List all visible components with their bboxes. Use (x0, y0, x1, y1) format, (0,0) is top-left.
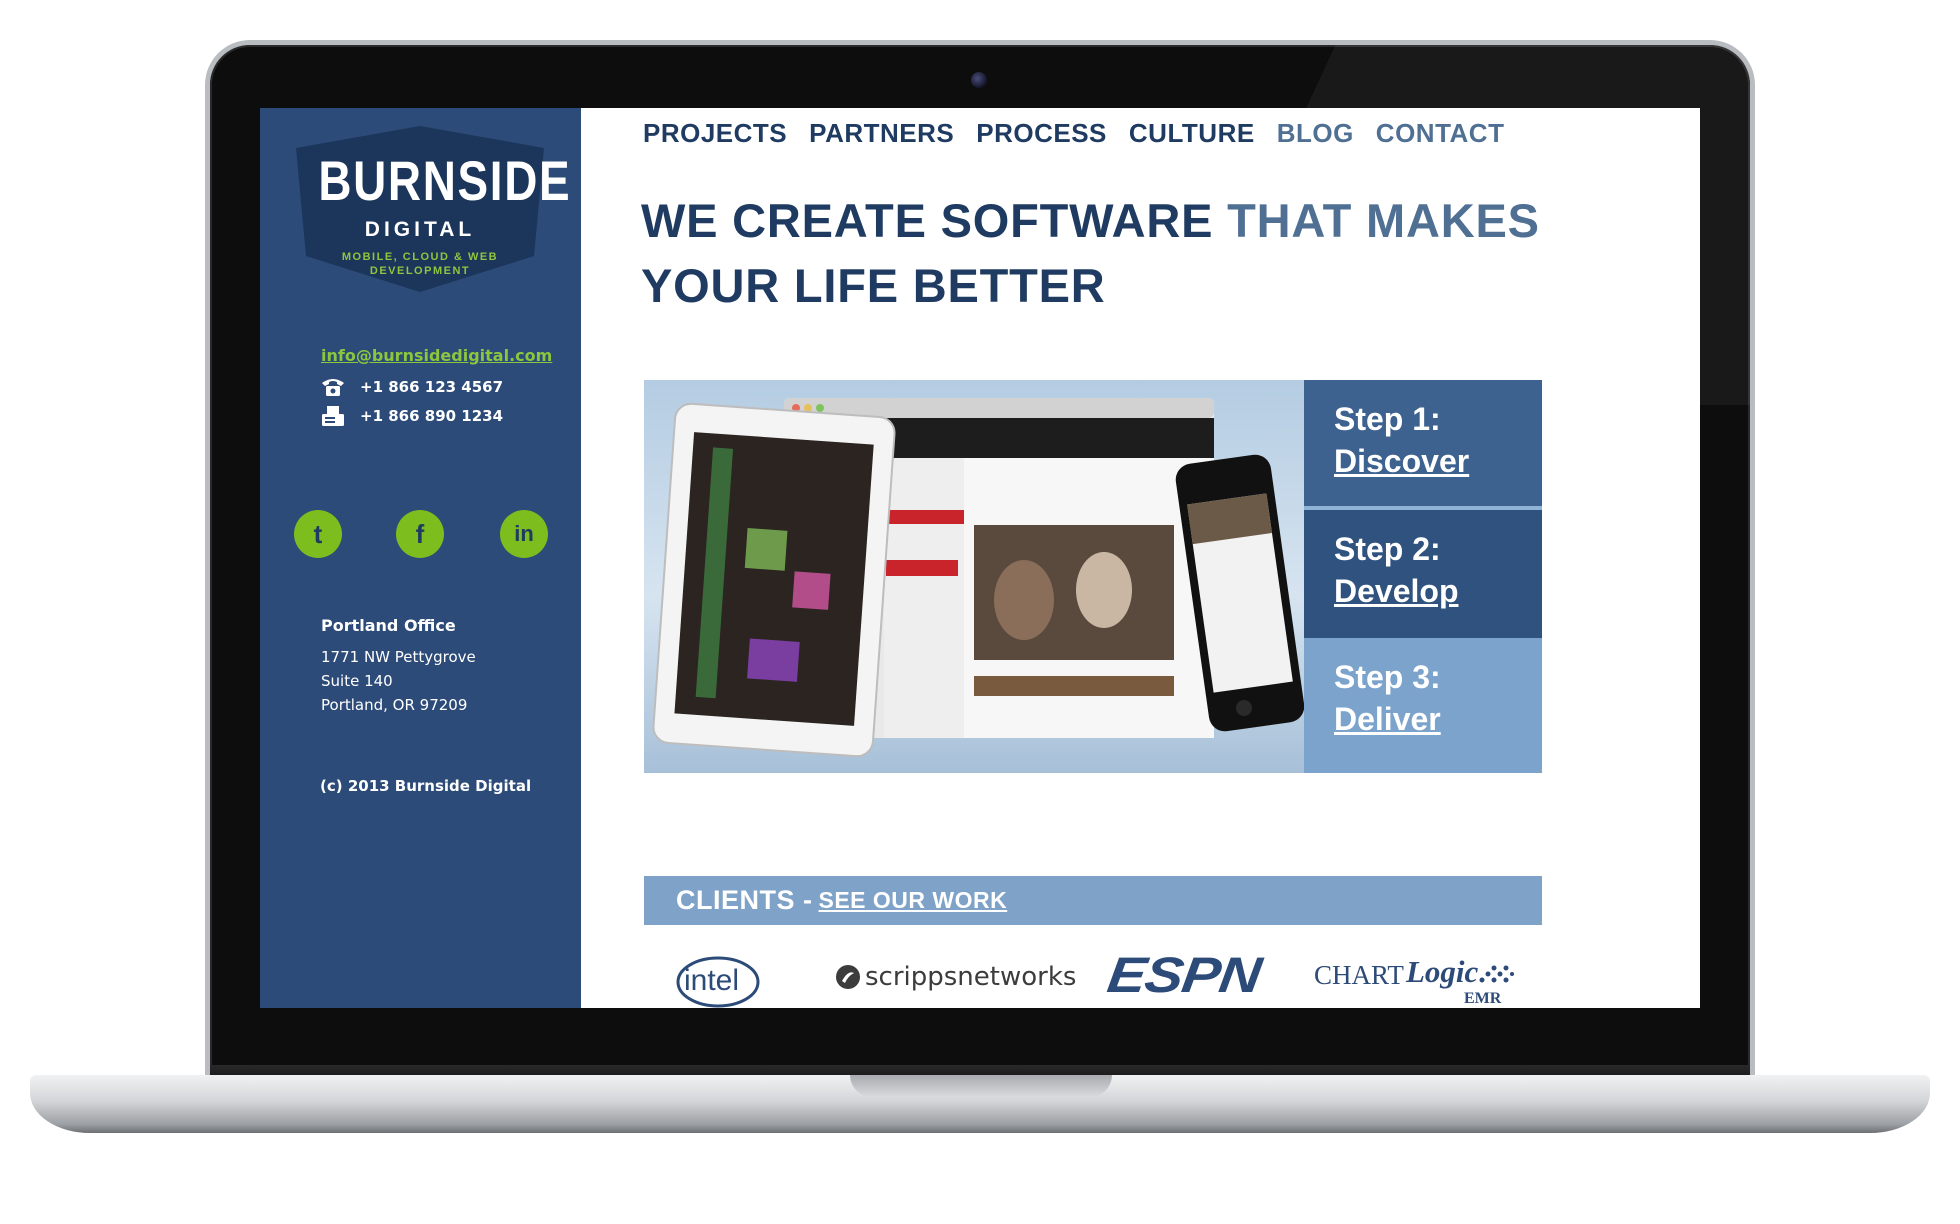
website-screen: BURNSIDE DIGITAL MOBILE, CLOUD & WEB DEV… (260, 108, 1700, 1008)
hero-headline: WE CREATE SOFTWARE THAT MAKES YOUR LIFE … (641, 188, 1601, 318)
laptop-notch (850, 1075, 1112, 1097)
twitter-icon[interactable]: t (294, 510, 342, 558)
logo-tagline-line2: DEVELOPMENT (369, 265, 471, 277)
office-address-line1: 1771 NW Pettygrove (321, 648, 476, 666)
telephone-icon (322, 379, 344, 396)
office-address-line3: Portland, OR 97209 (321, 696, 468, 714)
chartlogic-chart-text: CHART (1314, 960, 1404, 990)
clients-bar: CLIENTS - SEE OUR WORK (644, 876, 1542, 925)
headline-part2: THAT MAKES (1227, 194, 1540, 247)
step-deliver[interactable]: Step 3: Deliver (1304, 638, 1542, 773)
logo-tagline-line1: MOBILE, CLOUD & WEB (341, 251, 499, 263)
headline-part3: YOUR LIFE BETTER (641, 259, 1106, 312)
chartlogic-logo[interactable]: CHART Logic EMR (1314, 954, 1514, 1008)
fax-icon (322, 406, 344, 426)
step-1-label: Step 1: (1334, 401, 1441, 437)
step-2-link[interactable]: Develop (1334, 570, 1542, 612)
step-discover[interactable]: Step 1: Discover (1304, 380, 1542, 508)
logo-title: BURNSIDE (318, 149, 572, 212)
burnside-logo[interactable]: BURNSIDE DIGITAL MOBILE, CLOUD & WEB DEV… (296, 126, 572, 292)
phone-row: +1 866 123 4567 (320, 376, 503, 398)
office-title: Portland Office (321, 616, 456, 635)
chartlogic-logic-text: Logic (1406, 954, 1479, 989)
scripps-wordmark: scrippsnetworks (865, 962, 1077, 992)
facebook-icon[interactable]: f (396, 510, 444, 558)
copyright-text: (c) 2013 Burnside Digital (320, 777, 532, 795)
scripps-swirl-icon (836, 965, 860, 989)
headline-part1: WE CREATE SOFTWARE (641, 194, 1228, 247)
fax-number: +1 866 890 1234 (360, 407, 504, 425)
see-our-work-link[interactable]: SEE OUR WORK (819, 887, 1008, 914)
espn-logo[interactable]: ESPN (1104, 946, 1264, 1004)
chartlogic-emr-text: EMR (1464, 990, 1502, 1007)
step-develop[interactable]: Step 2: Develop (1304, 510, 1542, 638)
nav-process[interactable]: PROCESS (976, 118, 1107, 149)
intel-wordmark: intel (684, 964, 740, 997)
chartlogic-dots-icon (1479, 965, 1514, 983)
devices-showcase-image (644, 380, 1305, 773)
webcam (971, 72, 987, 88)
main-nav: PROJECTS PARTNERS PROCESS CULTURE BLOG C… (643, 118, 1504, 149)
nav-partners[interactable]: PARTNERS (809, 118, 954, 149)
step-2-label: Step 2: (1334, 531, 1441, 567)
logo-subtitle: DIGITAL (364, 218, 476, 241)
step-1-link[interactable]: Discover (1334, 440, 1542, 482)
nav-culture[interactable]: CULTURE (1129, 118, 1255, 149)
devices-illustration (652, 398, 1305, 758)
hero-banner: Step 1: Discover Step 2: Develop Step 3:… (644, 380, 1542, 773)
fax-row: +1 866 890 1234 (320, 405, 503, 427)
process-steps: Step 1: Discover Step 2: Develop Step 3:… (1304, 380, 1542, 773)
linkedin-icon[interactable]: in (500, 510, 548, 558)
phone-number: +1 866 123 4567 (360, 378, 504, 396)
nav-contact[interactable]: CONTACT (1376, 118, 1505, 149)
intel-logo[interactable]: intel (674, 954, 762, 1008)
email-link[interactable]: info@burnsidedigital.com (321, 346, 552, 365)
nav-blog[interactable]: BLOG (1277, 118, 1354, 149)
scripps-networks-logo[interactable]: scrippsnetworks (835, 962, 1076, 992)
step-3-link[interactable]: Deliver (1334, 698, 1542, 740)
nav-projects[interactable]: PROJECTS (643, 118, 787, 149)
clients-heading: CLIENTS - (676, 885, 813, 915)
sidebar: BURNSIDE DIGITAL MOBILE, CLOUD & WEB DEV… (260, 108, 581, 1008)
step-3-label: Step 3: (1334, 659, 1441, 695)
logo-tagline: MOBILE, CLOUD & WEB DEVELOPMENT (332, 250, 508, 278)
office-address-line2: Suite 140 (321, 672, 393, 690)
